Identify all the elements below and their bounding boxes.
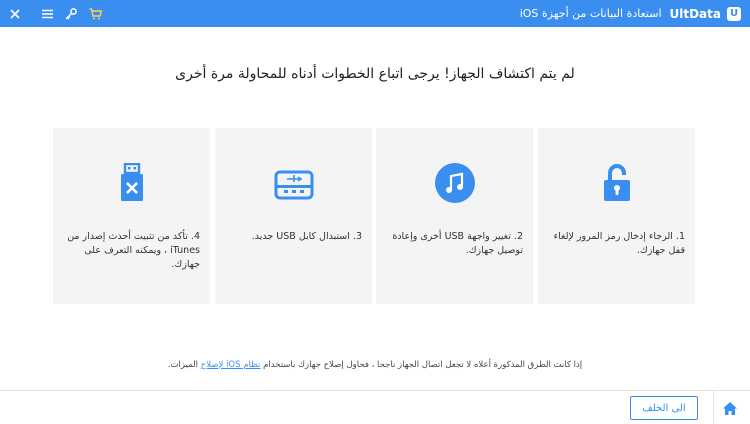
- app-identity: استعادة البيانات من أجهزة iOS UltData U: [519, 6, 750, 21]
- step-text-1: 1. الرجاء إدخال رمز المرور لإلغاء قفل جه…: [553, 231, 685, 256]
- footer-text-before: إذا كانت الطرق المذكورة أعلاه لا تجعل ات…: [263, 360, 583, 370]
- cart-icon[interactable]: [84, 3, 106, 25]
- step-text-2: 2. تغيير واجهة USB أخرى وإعادة توصيل جها…: [392, 231, 523, 256]
- menu-icon[interactable]: [36, 3, 58, 25]
- home-icon[interactable]: [720, 398, 740, 418]
- key-icon[interactable]: [60, 3, 82, 25]
- ios-repair-link[interactable]: نظام iOS لإصلاح: [201, 360, 261, 370]
- step-card-3: 3. استبدال كابل USB جديد.: [215, 128, 372, 304]
- close-icon[interactable]: [4, 3, 26, 25]
- music-icon: [434, 162, 476, 204]
- title-bar: استعادة البيانات من أجهزة iOS UltData U: [0, 0, 750, 27]
- step-text-4: 4. تأكد من تثبيت أحدث إصدار من iTunes ، …: [67, 231, 200, 270]
- footer-text-after: الميزات.: [167, 360, 199, 370]
- step-text-3: 3. استبدال كابل USB جديد.: [251, 231, 362, 242]
- app-logo: U: [727, 6, 741, 21]
- step-card-4: 4. تأكد من تثبيت أحدث إصدار من iTunes ، …: [53, 128, 210, 304]
- step-card-1: 1. الرجاء إدخال رمز المرور لإلغاء قفل جه…: [538, 128, 695, 304]
- footer-note: إذا كانت الطرق المذكورة أعلاه لا تجعل ات…: [0, 360, 750, 370]
- page-heading: لم يتم اكتشاف الجهاز! يرجى اتباع الخطوات…: [175, 66, 575, 82]
- bottom-bar: الى الخلف: [0, 390, 750, 424]
- divider: [713, 391, 714, 424]
- app-logo-letter: U: [729, 7, 739, 19]
- unlock-icon: [596, 162, 638, 204]
- usb-error-icon: [111, 162, 153, 204]
- step-card-2: 2. تغيير واجهة USB أخرى وإعادة توصيل جها…: [376, 128, 533, 304]
- app-name: UltData: [669, 6, 722, 21]
- window-controls: [0, 3, 108, 25]
- back-button[interactable]: الى الخلف: [630, 396, 698, 420]
- app-title: استعادة البيانات من أجهزة iOS: [519, 7, 662, 20]
- usb-hub-icon: [273, 162, 315, 204]
